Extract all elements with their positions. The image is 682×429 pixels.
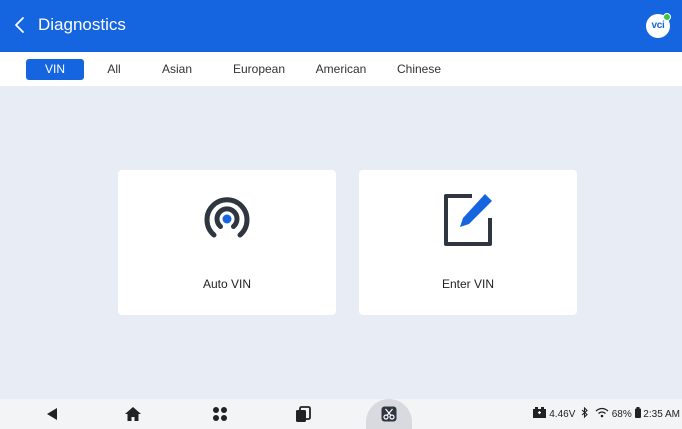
enter-vin-card[interactable]: Enter VIN: [359, 170, 577, 315]
vci-status-dot: [663, 13, 671, 21]
battery-icon: [634, 407, 641, 423]
tab-asian[interactable]: Asian: [157, 59, 197, 80]
voltage-value: 4.46V: [549, 409, 576, 420]
back-triangle-icon[interactable]: [42, 404, 62, 424]
tab-vin[interactable]: VIN: [26, 59, 84, 80]
system-navbar: 4.46V 68% 2:35 AM: [0, 399, 682, 429]
back-button[interactable]: [10, 12, 32, 38]
clock-time: 2:35 AM: [643, 409, 680, 420]
chevron-left-icon: [15, 17, 24, 33]
recent-apps-icon[interactable]: [293, 404, 313, 424]
status-indicators: 4.46V 68% 2:35 AM: [533, 406, 680, 423]
apps-grid-icon[interactable]: [210, 404, 230, 424]
edit-icon: [444, 194, 492, 246]
home-icon[interactable]: [123, 404, 143, 424]
tab-chinese[interactable]: Chinese: [392, 59, 446, 80]
app-header: Diagnostics vci: [0, 0, 682, 52]
vci-connection-button[interactable]: vci: [646, 13, 671, 38]
main-content: Auto VIN Enter VIN: [0, 86, 682, 399]
bluetooth-icon: [581, 406, 589, 423]
wifi-icon: [595, 407, 609, 423]
category-tabs: VIN All Asian European American Chinese: [0, 52, 682, 86]
tab-all[interactable]: All: [100, 59, 128, 80]
auto-vin-label: Auto VIN: [202, 277, 252, 291]
tab-american[interactable]: American: [310, 59, 372, 80]
tab-european[interactable]: European: [228, 59, 290, 80]
auto-vin-card[interactable]: Auto VIN: [118, 170, 336, 315]
enter-vin-label: Enter VIN: [441, 277, 495, 291]
vci-shortcut-button[interactable]: [366, 399, 412, 429]
page-title: Diagnostics: [38, 15, 126, 34]
wireless-signal-icon: [204, 197, 250, 238]
battery-percent: 68%: [611, 409, 632, 420]
vehicle-battery-icon: [533, 407, 547, 423]
scissors-icon: [381, 406, 397, 422]
